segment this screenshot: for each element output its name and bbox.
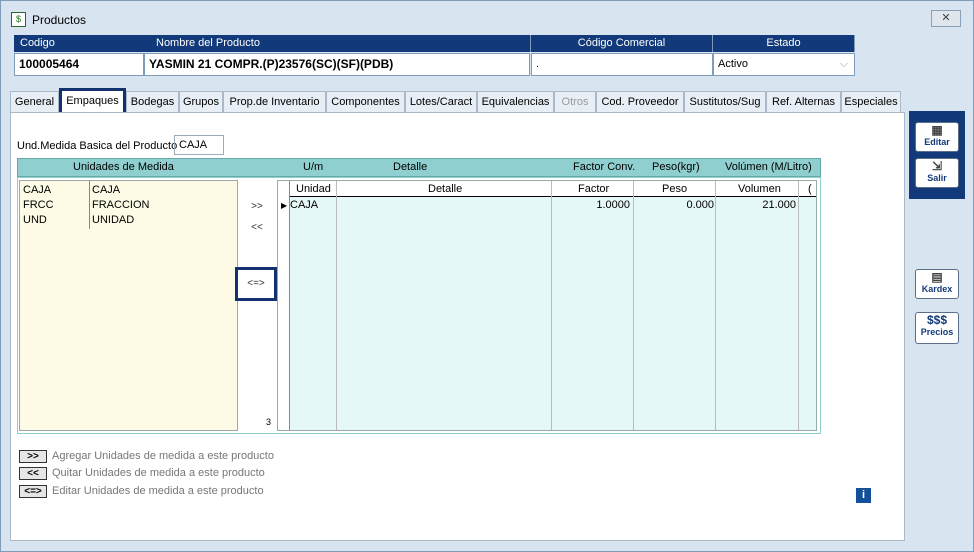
legend-remove: << Quitar Unidades de medida a este produ… — [19, 467, 265, 480]
comercial-field[interactable]: . — [531, 53, 713, 76]
list-item-name: FRACCION — [92, 199, 150, 211]
list-item[interactable]: UND — [23, 214, 47, 226]
um-header: U/m — [303, 161, 324, 173]
col-volumen: Volumen — [738, 183, 781, 195]
units-table: ▶ 3 Unidad Detalle Factor Peso Volumen (… — [266, 180, 817, 431]
tab-bodegas[interactable]: Bodegas — [126, 91, 179, 113]
precios-button[interactable]: $$$ Precios — [915, 312, 959, 344]
row-count: 3 — [266, 417, 272, 427]
units-list[interactable]: CAJA CAJA FRCC FRACCION UND UNIDAD — [19, 180, 238, 431]
cell-peso: 0.000 — [686, 199, 714, 211]
und-medida-label: Und.Medida Basica del Producto — [17, 140, 178, 152]
salir-button[interactable]: ⇲ Salir — [915, 158, 959, 188]
unidades-header: Unidades de Medida — [73, 161, 174, 173]
salir-label: Salir — [927, 173, 947, 183]
row-pointer-icon: ▶ — [281, 201, 288, 210]
app-icon: $ — [11, 12, 26, 27]
table-body — [290, 197, 816, 430]
legend-text-add: Agregar Unidades de medida a este produc… — [52, 450, 274, 462]
codigo-field[interactable]: 100005464 — [14, 53, 144, 76]
editar-button[interactable]: ▦ Editar — [915, 122, 959, 152]
close-button[interactable]: ✕ — [931, 10, 961, 27]
add-unit-button[interactable]: >> — [246, 200, 268, 214]
cell-volumen: 21.000 — [762, 199, 796, 211]
tab-empaques[interactable]: Empaques — [59, 88, 126, 114]
legend-key-remove: << — [19, 467, 47, 480]
legend-add: >> Agregar Unidades de medida a este prod… — [19, 450, 274, 463]
und-medida-field[interactable]: CAJA — [174, 135, 224, 155]
tab-equivalencias[interactable]: Equivalencias — [477, 91, 554, 113]
dollar-icon: $$$ — [926, 313, 948, 327]
product-window: $ Productos ✕ Codigo Nombre del Producto… — [0, 0, 974, 552]
header-labels: Codigo Nombre del Producto — [14, 35, 531, 52]
tab-prop-inventario[interactable]: Prop.de Inventario — [223, 91, 326, 113]
window-title: Productos — [32, 13, 87, 27]
comercial-label: Código Comercial — [531, 35, 713, 52]
kardex-button[interactable]: ▤ Kardex — [915, 269, 959, 299]
list-item[interactable]: CAJA — [23, 184, 51, 196]
col-factor: Factor — [578, 183, 610, 195]
estado-label: Estado — [713, 35, 855, 52]
tab-lotes[interactable]: Lotes/Caract — [405, 91, 477, 113]
nombre-field[interactable]: YASMIN 21 COMPR.(P)23576(SC)(SF)(PDB) — [144, 53, 530, 76]
list-item-name: UNIDAD — [92, 214, 135, 226]
col-extra: ( — [808, 183, 812, 195]
tab-ref-alternas[interactable]: Ref. Alternas — [766, 91, 841, 113]
estado-select[interactable]: Activo ⌵ — [713, 53, 855, 76]
cell-unidad: CAJA — [290, 199, 319, 211]
cell-factor: 1.0000 — [596, 199, 630, 211]
tab-grupos[interactable]: Grupos — [179, 91, 223, 113]
tab-componentes[interactable]: Componentes — [326, 91, 405, 113]
kardex-label: Kardex — [921, 284, 953, 294]
tab-cod-proveedor[interactable]: Cod. Proveedor — [596, 91, 684, 113]
tab-especiales[interactable]: Especiales — [841, 91, 901, 113]
nombre-label: Nombre del Producto — [156, 37, 260, 49]
detalle-header: Detalle — [393, 161, 428, 173]
chevron-down-icon[interactable]: ⌵ — [840, 54, 848, 75]
volumen-header: Volúmen (M/Litro) — [725, 161, 812, 173]
tab-otros[interactable]: Otros — [554, 91, 596, 113]
list-item-name: CAJA — [92, 184, 121, 196]
peso-header: Peso(kgr) — [652, 161, 700, 173]
legend-text-remove: Quitar Unidades de medida a este product… — [52, 467, 265, 479]
col-peso: Peso — [662, 183, 688, 195]
table-row[interactable]: CAJA 1.0000 0.000 21.000 — [290, 199, 816, 213]
estado-value: Activo — [718, 58, 748, 70]
tab-general[interactable]: General — [10, 91, 59, 113]
col-unidad: Unidad — [296, 183, 331, 195]
edit-unit-button[interactable]: <=> — [235, 267, 277, 301]
info-icon[interactable]: i — [856, 488, 871, 503]
editar-label: Editar — [924, 137, 950, 147]
keyboard-icon: ▤ — [931, 270, 943, 284]
precios-label: Precios — [920, 327, 954, 337]
row-indicator-column: ▶ 3 — [266, 181, 290, 430]
legend-key-add: >> — [19, 450, 47, 463]
grid-header: Unidades de Medida U/m Detalle Factor Co… — [17, 158, 821, 177]
codigo-label: Codigo — [20, 37, 55, 49]
table-header-row: Unidad Detalle Factor Peso Volumen ( — [290, 181, 816, 197]
legend-key-edit: <=> — [19, 485, 47, 498]
exit-icon: ⇲ — [931, 159, 943, 173]
list-item[interactable]: FRCC — [23, 199, 54, 211]
tab-sustitutos[interactable]: Sustitutos/Sug — [684, 91, 766, 113]
legend-text-edit: Editar Unidades de medida a este product… — [52, 485, 264, 497]
col-detalle: Detalle — [428, 183, 463, 195]
legend-edit: <=> Editar Unidades de medida a este prod… — [19, 485, 264, 498]
factor-header: Factor Conv. — [573, 161, 636, 173]
edit-icon: ▦ — [931, 123, 943, 137]
remove-unit-button[interactable]: << — [246, 221, 268, 235]
title-bar: $ Productos ✕ — [1, 1, 973, 33]
